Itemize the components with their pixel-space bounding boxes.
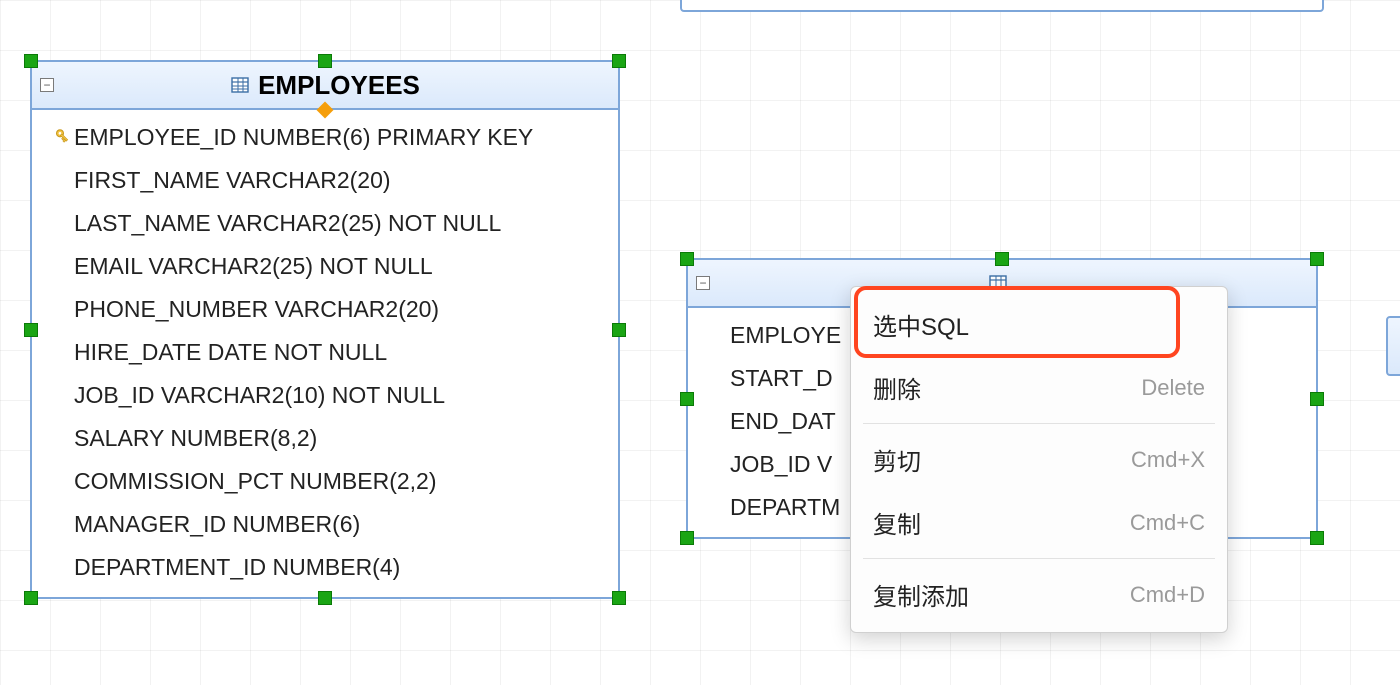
column-text: SALARY NUMBER(8,2) [74, 425, 604, 452]
entity-partial-right[interactable] [1386, 316, 1400, 376]
column-row[interactable]: FIRST_NAME VARCHAR2(20) [32, 159, 618, 202]
entity-title: EMPLOYEES [258, 70, 420, 101]
resize-handle[interactable] [24, 591, 38, 605]
resize-handle[interactable] [24, 323, 38, 337]
resize-handle[interactable] [1310, 531, 1324, 545]
menu-label: 选中SQL [873, 307, 969, 342]
menu-shortcut: Cmd+C [1130, 510, 1205, 536]
resize-handle[interactable] [318, 591, 332, 605]
column-text: MANAGER_ID NUMBER(6) [74, 511, 604, 538]
menu-divider [863, 558, 1215, 559]
entity-body: EMPLOYEE_ID NUMBER(6) PRIMARY KEY FIRST_N… [32, 110, 618, 597]
column-row[interactable]: COMMISSION_PCT NUMBER(2,2) [32, 460, 618, 503]
resize-handle[interactable] [680, 392, 694, 406]
column-row[interactable]: HIRE_DATE DATE NOT NULL [32, 331, 618, 374]
entity-employees[interactable]: − EMPLOYEES EMPLOYEE_ID NUMBER(6) PRIMAR… [30, 60, 620, 599]
column-text: DEPARTMENT_ID NUMBER(4) [74, 554, 604, 581]
column-text: JOB_ID VARCHAR2(10) NOT NULL [74, 382, 604, 409]
menu-item-delete[interactable]: 删除 Delete [851, 356, 1227, 419]
menu-shortcut: Cmd+D [1130, 582, 1205, 608]
column-row: COLUMN_X VARCHAR2(2) DEFAULT 'dd' [682, 0, 1322, 10]
menu-item-copy-add[interactable]: 复制添加 Cmd+D [851, 563, 1227, 626]
column-text: HIRE_DATE DATE NOT NULL [74, 339, 604, 366]
resize-handle[interactable] [995, 252, 1009, 266]
column-row[interactable]: MANAGER_ID NUMBER(6) [32, 503, 618, 546]
entity-header[interactable]: − EMPLOYEES [32, 62, 618, 110]
menu-shortcut: Delete [1141, 375, 1205, 401]
column-text: EMPLOYEE_ID NUMBER(6) PRIMARY KEY [74, 124, 604, 151]
context-menu: 选中SQL 删除 Delete 剪切 Cmd+X 复制 Cmd+C 复制添加 C… [850, 286, 1228, 633]
collapse-toggle[interactable]: − [696, 276, 710, 290]
resize-handle[interactable] [680, 252, 694, 266]
column-text: COMMISSION_PCT NUMBER(2,2) [74, 468, 604, 495]
menu-label: 剪切 [873, 442, 921, 477]
resize-handle[interactable] [1310, 392, 1324, 406]
menu-label: 复制 [873, 505, 921, 540]
column-row[interactable]: PHONE_NUMBER VARCHAR2(20) [32, 288, 618, 331]
column-row[interactable]: DEPARTMENT_ID NUMBER(4) [32, 546, 618, 589]
table-icon [230, 75, 250, 95]
entity-partial-top[interactable]: COLUMN_X VARCHAR2(2) DEFAULT 'dd' [680, 0, 1324, 12]
resize-handle[interactable] [612, 54, 626, 68]
primary-key-icon [46, 128, 74, 148]
menu-label: 复制添加 [873, 577, 969, 612]
resize-handle[interactable] [612, 591, 626, 605]
menu-item-select-sql[interactable]: 选中SQL [851, 293, 1227, 356]
column-row[interactable]: LAST_NAME VARCHAR2(25) NOT NULL [32, 202, 618, 245]
resize-handle[interactable] [1310, 252, 1324, 266]
column-row[interactable]: SALARY NUMBER(8,2) [32, 417, 618, 460]
resize-handle[interactable] [612, 323, 626, 337]
menu-shortcut: Cmd+X [1131, 447, 1205, 473]
menu-item-cut[interactable]: 剪切 Cmd+X [851, 428, 1227, 491]
column-text: LAST_NAME VARCHAR2(25) NOT NULL [74, 210, 604, 237]
resize-handle[interactable] [680, 531, 694, 545]
menu-item-copy[interactable]: 复制 Cmd+C [851, 491, 1227, 554]
menu-divider [863, 423, 1215, 424]
column-row[interactable]: EMPLOYEE_ID NUMBER(6) PRIMARY KEY [32, 116, 618, 159]
column-row[interactable]: EMAIL VARCHAR2(25) NOT NULL [32, 245, 618, 288]
column-text: FIRST_NAME VARCHAR2(20) [74, 167, 604, 194]
column-text: PHONE_NUMBER VARCHAR2(20) [74, 296, 604, 323]
resize-handle[interactable] [24, 54, 38, 68]
column-text: EMAIL VARCHAR2(25) NOT NULL [74, 253, 604, 280]
column-row[interactable]: JOB_ID VARCHAR2(10) NOT NULL [32, 374, 618, 417]
collapse-toggle[interactable]: − [40, 78, 54, 92]
resize-handle[interactable] [318, 54, 332, 68]
menu-label: 删除 [873, 370, 921, 405]
